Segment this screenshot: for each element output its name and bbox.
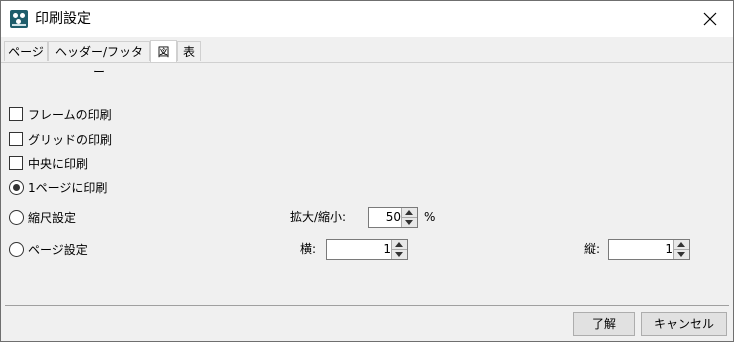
tab-page[interactable]: ページ — [4, 41, 48, 61]
horizontal-spinner[interactable]: 1 — [326, 239, 408, 260]
scale-setting-radio[interactable] — [9, 210, 24, 225]
scale-up-arrow-icon[interactable] — [402, 208, 417, 218]
app-icon — [10, 10, 28, 28]
grid-print-option[interactable]: グリッドの印刷 — [9, 131, 149, 149]
center-print-checkbox[interactable] — [9, 156, 23, 170]
scale-field-label: 拡大/縮小: — [290, 210, 347, 224]
scale-down-arrow-icon[interactable] — [402, 218, 417, 227]
horizontal-down-arrow-icon[interactable] — [392, 250, 407, 259]
center-print-option[interactable]: 中央に印刷 — [9, 155, 149, 173]
title-bar: 印刷設定 — [1, 1, 733, 37]
page-setting-option[interactable]: ページ設定 — [9, 241, 149, 259]
window-title: 印刷設定 — [35, 11, 91, 27]
close-icon — [703, 12, 717, 26]
fit-one-page-label: 1ページに印刷 — [28, 181, 108, 195]
center-print-label: 中央に印刷 — [28, 157, 89, 171]
scale-arrows — [401, 208, 417, 227]
horizontal-up-arrow-icon[interactable] — [392, 240, 407, 250]
grid-print-checkbox[interactable] — [9, 132, 23, 146]
scale-setting-option[interactable]: 縮尺設定 — [9, 209, 149, 227]
vertical-up-arrow-icon[interactable] — [674, 240, 689, 250]
figure-settings-panel: フレームの印刷 グリッドの印刷 中央に印刷 1ページに印刷 縮尺設定 ページ設定… — [1, 63, 733, 303]
grid-print-label: グリッドの印刷 — [28, 133, 113, 147]
horizontal-arrows — [391, 240, 407, 259]
scale-value: 50 — [385, 210, 401, 224]
ok-button[interactable]: 了解 — [573, 312, 635, 336]
scale-spinner[interactable]: 50 — [368, 207, 418, 228]
page-setting-radio[interactable] — [9, 242, 24, 257]
scale-unit: % — [424, 210, 436, 224]
horizontal-value: 1 — [383, 242, 391, 256]
fit-one-page-option[interactable]: 1ページに印刷 — [9, 179, 149, 197]
frame-print-checkbox[interactable] — [9, 107, 23, 121]
tab-bar: ページ ヘッダー/フッター 図 表 — [1, 40, 733, 79]
tab-figure[interactable]: 図 — [150, 40, 177, 62]
vertical-field-label: 縦: — [584, 242, 601, 256]
vertical-arrows — [673, 240, 689, 259]
horizontal-field-label: 横: — [300, 242, 317, 256]
scale-setting-label: 縮尺設定 — [28, 211, 77, 225]
cancel-button[interactable]: キャンセル — [641, 312, 727, 336]
close-button[interactable] — [687, 1, 733, 37]
vertical-down-arrow-icon[interactable] — [674, 250, 689, 259]
frame-print-option[interactable]: フレームの印刷 — [9, 106, 149, 124]
tab-table[interactable]: 表 — [177, 41, 201, 61]
frame-print-label: フレームの印刷 — [28, 108, 112, 122]
footer-separator — [5, 305, 729, 306]
print-settings-dialog: 印刷設定 ページ ヘッダー/フッター 図 表 フレームの印刷 グリッドの印刷 中… — [0, 0, 734, 342]
vertical-value: 1 — [665, 242, 673, 256]
vertical-spinner[interactable]: 1 — [608, 239, 690, 260]
fit-one-page-radio[interactable] — [9, 180, 24, 195]
tab-header-footer[interactable]: ヘッダー/フッター — [48, 41, 150, 79]
page-setting-label: ページ設定 — [28, 243, 88, 257]
